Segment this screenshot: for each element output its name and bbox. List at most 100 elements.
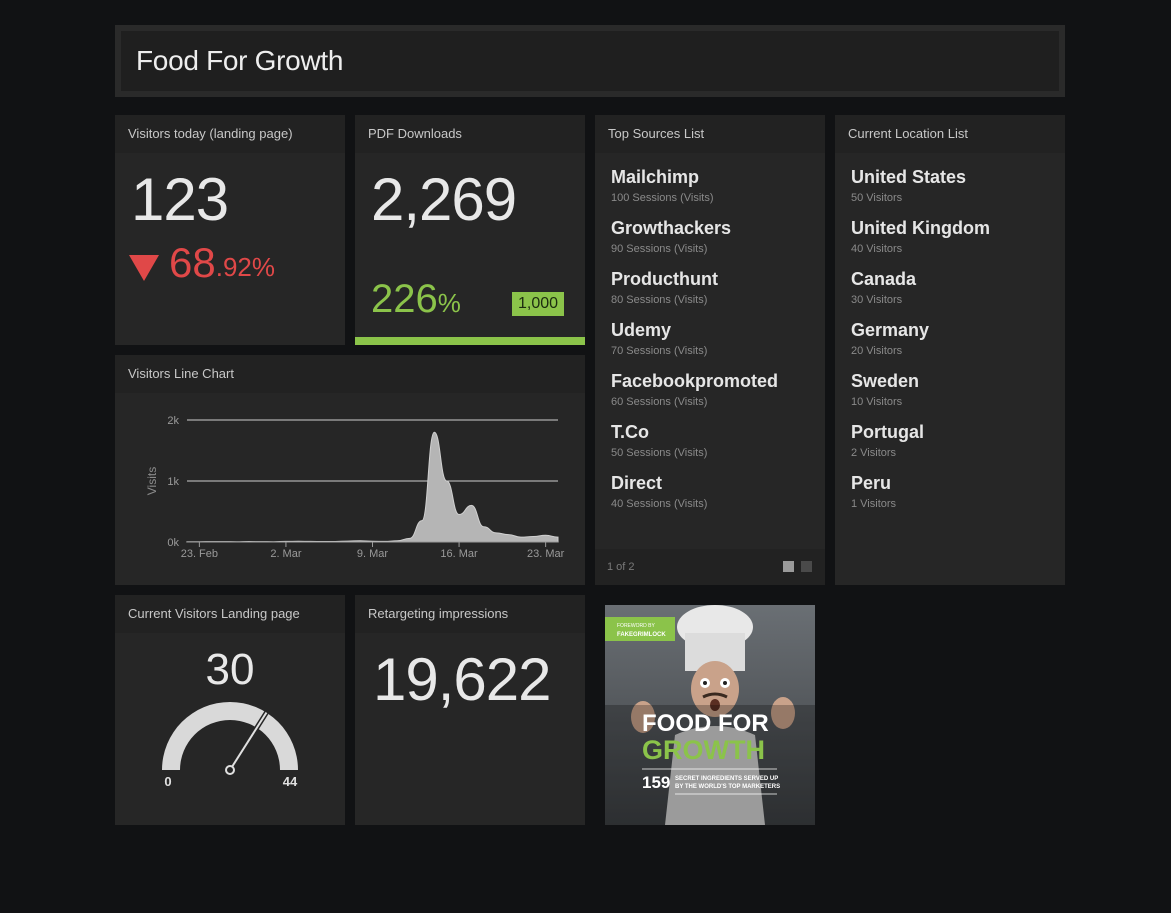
visitors-today-widget: Visitors today (landing page) 123 68.92% bbox=[115, 115, 345, 345]
current-visitors-widget: Current Visitors Landing page 30 0 44 bbox=[115, 595, 345, 825]
x-tick-label: 23. Feb bbox=[181, 548, 218, 560]
down-arrow-icon bbox=[129, 255, 159, 281]
list-item-name: Peru bbox=[851, 473, 892, 493]
list-item: Growthackers 90 Sessions (Visits) bbox=[611, 212, 809, 263]
gauge-pivot bbox=[225, 765, 235, 775]
list-item-detail: 100 Sessions (Visits) bbox=[611, 192, 714, 204]
change-integer: 68 bbox=[169, 239, 216, 286]
list-item-detail: 60 Sessions (Visits) bbox=[611, 396, 708, 408]
list-item-name: Germany bbox=[851, 320, 930, 340]
retargeting-value: 19,622 bbox=[373, 646, 552, 713]
page-dot-1[interactable] bbox=[783, 561, 794, 572]
list-item-name: Growthackers bbox=[611, 218, 732, 238]
list-item: Peru 1 Visitors bbox=[851, 467, 1049, 518]
list-item-name: United Kingdom bbox=[851, 218, 990, 238]
y-axis-title: Visits bbox=[145, 467, 159, 495]
book-title-line2: GROWTH bbox=[642, 735, 765, 765]
visitors-change: 68.92% bbox=[129, 239, 275, 287]
pdf-downloads-widget: PDF Downloads 2,269 226% 1,000 bbox=[355, 115, 585, 345]
location-list: United States 50 Visitors United Kingdom 40… bbox=[835, 153, 1065, 518]
goal-progress-bar bbox=[355, 337, 585, 345]
list-item-name: United States bbox=[851, 167, 967, 187]
gauge-track bbox=[162, 702, 298, 770]
list-item: Producthunt 80 Sessions (Visits) bbox=[611, 263, 809, 314]
change-decimal: .92% bbox=[215, 252, 275, 282]
list-item-name: Udemy bbox=[611, 320, 672, 340]
widget-title: Visitors today (landing page) bbox=[115, 115, 345, 153]
list-item-name: Facebookpromoted bbox=[611, 371, 779, 391]
foreword-label: FOREWORD BY bbox=[617, 623, 655, 629]
retargeting-widget: Retargeting impressions 19,622 bbox=[355, 595, 585, 825]
list-item-name: Sweden bbox=[851, 371, 920, 391]
x-tick-label: 2. Mar bbox=[270, 548, 302, 560]
list-item: United States 50 Visitors bbox=[851, 161, 1049, 212]
list-item-name: Canada bbox=[851, 269, 917, 289]
book-number: 159 bbox=[642, 773, 670, 792]
list-item: Canada 30 Visitors bbox=[851, 263, 1049, 314]
series-area bbox=[186, 431, 559, 543]
goal-percentage-sign: % bbox=[437, 288, 461, 318]
list-item: Portugal 2 Visitors bbox=[851, 416, 1049, 467]
y-tick-label: 1k bbox=[167, 476, 179, 488]
book-title-line1: FOOD FOR bbox=[642, 710, 769, 737]
list-item-name: Producthunt bbox=[611, 269, 718, 289]
gauge: 0 44 bbox=[162, 702, 298, 789]
list-item-detail: 70 Sessions (Visits) bbox=[611, 345, 708, 357]
x-tick-label: 9. Mar bbox=[357, 548, 389, 560]
list-footer: 1 of 2 bbox=[595, 549, 825, 585]
list-item-name: T.Co bbox=[611, 422, 649, 442]
book-cover-image: FOREWORD BY FAKEGRIMLOCK FOOD FOR GROWTH… bbox=[605, 605, 815, 825]
list-item: Sweden 10 Visitors bbox=[851, 365, 1049, 416]
visitors-line-chart-widget: Visitors Line Chart 0k 1k 2k 23. Feb 2. Mar 9… bbox=[115, 355, 585, 585]
visitors-today-value: 123 bbox=[131, 166, 229, 233]
list-item-detail: 10 Visitors bbox=[851, 396, 903, 408]
goal-percentage-number: 226 bbox=[371, 277, 438, 321]
y-tick-label: 0k bbox=[167, 537, 179, 549]
list-item: Direct 40 Sessions (Visits) bbox=[611, 467, 809, 518]
x-tick-label: 23. Mar bbox=[527, 548, 565, 560]
goal-percentage: 226% bbox=[371, 277, 461, 322]
list-item-detail: 50 Sessions (Visits) bbox=[611, 447, 708, 459]
list-item-detail: 20 Visitors bbox=[851, 345, 903, 357]
list-item-detail: 2 Visitors bbox=[851, 447, 897, 459]
widget-title: Visitors Line Chart bbox=[115, 355, 585, 393]
book-tagline-1: SECRET INGREDIENTS SERVED UP bbox=[675, 776, 778, 782]
list-item-detail: 50 Visitors bbox=[851, 192, 903, 204]
list-item-detail: 30 Visitors bbox=[851, 294, 903, 306]
visitors-chart: 0k 1k 2k 23. Feb 2. Mar 9. Mar 16. Mar 23. Mar V… bbox=[145, 415, 565, 560]
pdf-downloads-value: 2,269 bbox=[371, 166, 517, 233]
list-item-name: Direct bbox=[611, 473, 663, 493]
widget-title: Retargeting impressions bbox=[355, 595, 585, 633]
x-tick-label: 16. Mar bbox=[440, 548, 478, 560]
dashboard-header: Food For Growth bbox=[115, 25, 1065, 97]
list-item-detail: 90 Sessions (Visits) bbox=[611, 243, 708, 255]
list-item-detail: 40 Visitors bbox=[851, 243, 903, 255]
gauge-value: 30 bbox=[205, 645, 255, 694]
pager-label: 1 of 2 bbox=[607, 561, 635, 573]
list-item: Germany 20 Visitors bbox=[851, 314, 1049, 365]
y-tick-label: 2k bbox=[167, 415, 179, 427]
list-item-name: Portugal bbox=[851, 422, 925, 442]
location-list-widget: Current Location List United States 50 Vi… bbox=[835, 115, 1065, 585]
list-item: T.Co 50 Sessions (Visits) bbox=[611, 416, 809, 467]
list-item-name: Mailchimp bbox=[611, 167, 700, 187]
list-item: Udemy 70 Sessions (Visits) bbox=[611, 314, 809, 365]
widget-title: Current Location List bbox=[835, 115, 1065, 153]
foreword-name: FAKEGRIMLOCK bbox=[617, 632, 666, 638]
top-sources-list: Mailchimp 100 Sessions (Visits) Growthacke… bbox=[595, 153, 825, 518]
list-item-detail: 80 Sessions (Visits) bbox=[611, 294, 708, 306]
list-item: Mailchimp 100 Sessions (Visits) bbox=[611, 161, 809, 212]
chef-illustration: FOREWORD BY FAKEGRIMLOCK FOOD FOR GROWTH… bbox=[605, 605, 815, 825]
list-item: Facebookpromoted 60 Sessions (Visits) bbox=[611, 365, 809, 416]
list-item-detail: 1 Visitors bbox=[851, 498, 897, 510]
widget-title: Current Visitors Landing page bbox=[115, 595, 345, 633]
widget-title: Top Sources List bbox=[595, 115, 825, 153]
list-item: United Kingdom 40 Visitors bbox=[851, 212, 1049, 263]
header-bar: Food For Growth bbox=[121, 31, 1059, 91]
dashboard-title: Food For Growth bbox=[136, 45, 344, 76]
page-dot-2[interactable] bbox=[801, 561, 812, 572]
top-sources-widget: Top Sources List Mailchimp 100 Sessions (… bbox=[595, 115, 825, 585]
widget-title: PDF Downloads bbox=[355, 115, 585, 153]
gauge-max-label: 44 bbox=[283, 774, 298, 789]
goal-badge: 1,000 bbox=[512, 292, 565, 316]
